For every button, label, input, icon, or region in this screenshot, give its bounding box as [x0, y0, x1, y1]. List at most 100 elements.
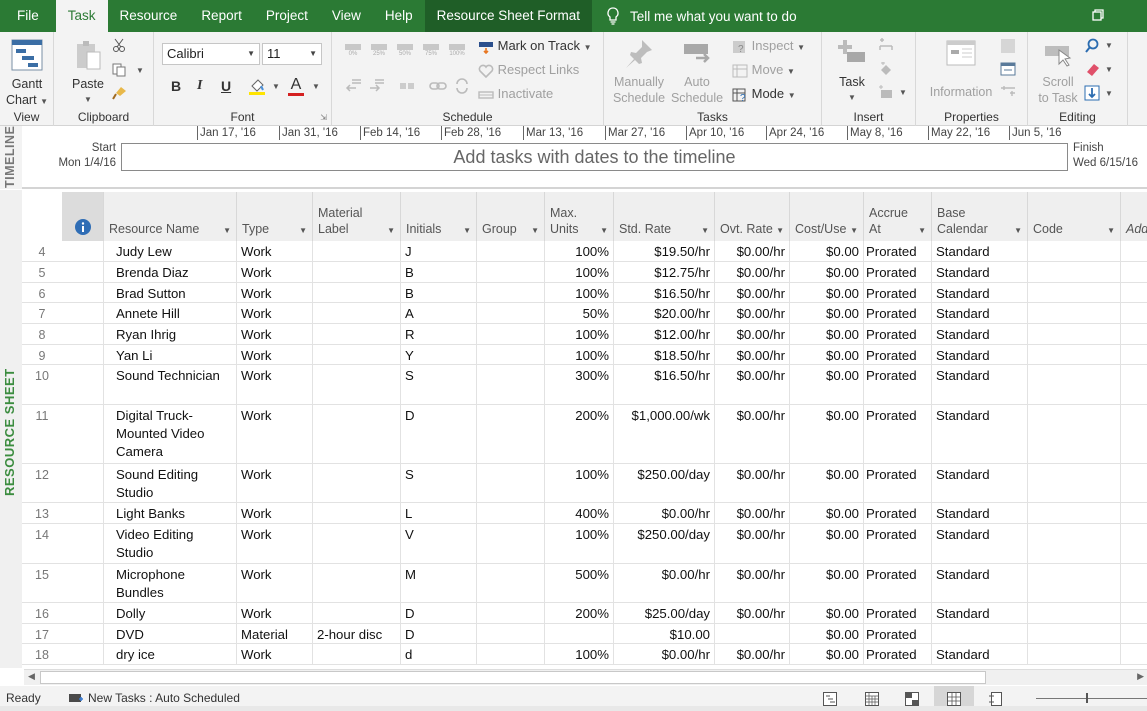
cell-cost[interactable]: $0.00 [790, 524, 864, 563]
cell-material[interactable] [313, 345, 401, 364]
cell-name[interactable]: Light Banks [104, 503, 237, 523]
cell-cal[interactable]: Standard [932, 644, 1028, 664]
clear-icon[interactable] [1084, 62, 1100, 76]
cell-max[interactable]: 200% [545, 603, 614, 623]
tab-report[interactable]: Report [189, 0, 254, 32]
chevron-down-icon[interactable]: ▼ [899, 88, 907, 97]
cell-group[interactable] [477, 624, 545, 643]
row-id[interactable]: 11 [22, 405, 62, 463]
cell-add-new-column[interactable] [1121, 345, 1147, 364]
font-size-dropdown[interactable]: 11 ▼ [262, 43, 322, 65]
scroll-left-icon[interactable]: ◀ [28, 671, 35, 682]
new-tasks-mode[interactable]: New Tasks : Auto Scheduled [68, 691, 240, 705]
table-row[interactable]: 10 Sound Technician Work S 300% $16.50/hr $0.0… [22, 365, 1147, 405]
move-button[interactable]: Move ▼ [732, 62, 795, 80]
column-header[interactable]: Base Calendar ▼ [932, 192, 1028, 241]
table-row[interactable]: 14 Video Editing Studio Work V 100% $250.00/d… [22, 524, 1147, 564]
column-filter-icon[interactable]: ▼ [776, 226, 784, 235]
cell-code[interactable] [1028, 464, 1121, 502]
cell-name[interactable]: Brenda Diaz [104, 262, 237, 282]
cell-name[interactable]: Sound Editing Studio [104, 464, 237, 502]
cell-cal[interactable]: Standard [932, 564, 1028, 602]
cell-material[interactable] [313, 241, 401, 261]
cell-ovt[interactable]: $0.00/hr [715, 262, 790, 282]
gantt-chart-button[interactable]: Gantt Chart ▼ [3, 38, 51, 110]
row-id[interactable]: 7 [22, 303, 62, 323]
cell-ovt[interactable]: $0.00/hr [715, 324, 790, 344]
respect-links-button[interactable]: Respect Links [478, 62, 579, 78]
indicator-cell[interactable] [62, 241, 104, 261]
cell-code[interactable] [1028, 503, 1121, 523]
information-button[interactable]: Information [926, 38, 996, 100]
cell-code[interactable] [1028, 644, 1121, 664]
column-header[interactable]: Group ▼ [477, 192, 545, 241]
cell-cost[interactable]: $0.00 [790, 262, 864, 282]
format-painter-icon[interactable] [112, 86, 128, 100]
chevron-down-icon[interactable]: ▼ [1105, 65, 1113, 74]
cell-add-new-column[interactable] [1121, 464, 1147, 502]
chevron-down-icon[interactable]: ▼ [312, 82, 320, 91]
cell-name[interactable]: Sound Technician [104, 365, 237, 404]
cell-initials[interactable]: L [401, 503, 477, 523]
scroll-right-icon[interactable]: ▶ [1137, 671, 1144, 682]
indicator-cell[interactable] [62, 603, 104, 623]
cell-std[interactable]: $1,000.00/wk [614, 405, 715, 463]
cell-initials[interactable]: S [401, 365, 477, 404]
table-row[interactable]: 6 Brad Sutton Work B 100% $16.50/hr $0.00/hr $0… [22, 283, 1147, 303]
cell-initials[interactable]: J [401, 241, 477, 261]
cell-ovt[interactable]: $0.00/hr [715, 603, 790, 623]
column-header[interactable]: Initials ▼ [401, 192, 477, 241]
indicator-cell[interactable] [62, 524, 104, 563]
column-filter-icon[interactable]: ▼ [387, 226, 395, 235]
cell-cost[interactable]: $0.00 [790, 405, 864, 463]
cell-add-new-column[interactable] [1121, 365, 1147, 404]
cell-max[interactable]: 100% [545, 524, 614, 563]
cell-max[interactable]: 100% [545, 464, 614, 502]
table-row[interactable]: 12 Sound Editing Studio Work S 100% $250.00/d… [22, 464, 1147, 503]
chevron-down-icon[interactable]: ▼ [272, 82, 280, 91]
cell-std[interactable]: $0.00/hr [614, 564, 715, 602]
cell-accrue[interactable]: Prorated [864, 564, 932, 602]
row-id[interactable]: 5 [22, 262, 62, 282]
insert-deliverable-icon[interactable] [878, 85, 894, 99]
cell-type[interactable]: Work [237, 324, 313, 344]
column-filter-icon[interactable]: ▼ [600, 226, 608, 235]
cell-std[interactable]: $0.00/hr [614, 644, 715, 664]
cell-name[interactable]: Microphone Bundles [104, 564, 237, 602]
table-row[interactable]: 16 Dolly Work D 200% $25.00/day $0.00/hr $0.00 P… [22, 603, 1147, 624]
table-row[interactable]: 9 Yan Li Work Y 100% $18.50/hr $0.00/hr $0.00 Pr… [22, 345, 1147, 365]
cell-type[interactable]: Work [237, 241, 313, 261]
cell-type[interactable]: Work [237, 464, 313, 502]
cell-initials[interactable]: R [401, 324, 477, 344]
row-id[interactable]: 16 [22, 603, 62, 623]
cell-add-new-column[interactable] [1121, 603, 1147, 623]
cell-max[interactable]: 200% [545, 405, 614, 463]
table-row[interactable]: 15 Microphone Bundles Work M 500% $0.00/hr $0.… [22, 564, 1147, 603]
column-header[interactable]: Add New Column [1121, 192, 1147, 241]
cell-name[interactable]: dry ice [104, 644, 237, 664]
cell-code[interactable] [1028, 524, 1121, 563]
row-id[interactable]: 4 [22, 241, 62, 261]
row-id[interactable]: 15 [22, 564, 62, 602]
tab-view[interactable]: View [320, 0, 373, 32]
cell-type[interactable]: Work [237, 524, 313, 563]
cell-material[interactable] [313, 603, 401, 623]
indicator-cell[interactable] [62, 324, 104, 344]
row-id[interactable]: 12 [22, 464, 62, 502]
cell-accrue[interactable]: Prorated [864, 603, 932, 623]
cell-std[interactable]: $18.50/hr [614, 345, 715, 364]
cell-group[interactable] [477, 503, 545, 523]
cell-cost[interactable]: $0.00 [790, 464, 864, 502]
tab-project[interactable]: Project [254, 0, 320, 32]
cell-accrue[interactable]: Prorated [864, 624, 932, 643]
cell-group[interactable] [477, 564, 545, 602]
cell-ovt[interactable]: $0.00/hr [715, 345, 790, 364]
cell-group[interactable] [477, 365, 545, 404]
cell-type[interactable]: Work [237, 283, 313, 302]
column-header[interactable]: Max. Units ▼ [545, 192, 614, 241]
indicator-cell[interactable] [62, 644, 104, 664]
underline-button[interactable]: U [221, 78, 231, 94]
cell-add-new-column[interactable] [1121, 262, 1147, 282]
cell-max[interactable]: 100% [545, 345, 614, 364]
cell-accrue[interactable]: Prorated [864, 524, 932, 563]
